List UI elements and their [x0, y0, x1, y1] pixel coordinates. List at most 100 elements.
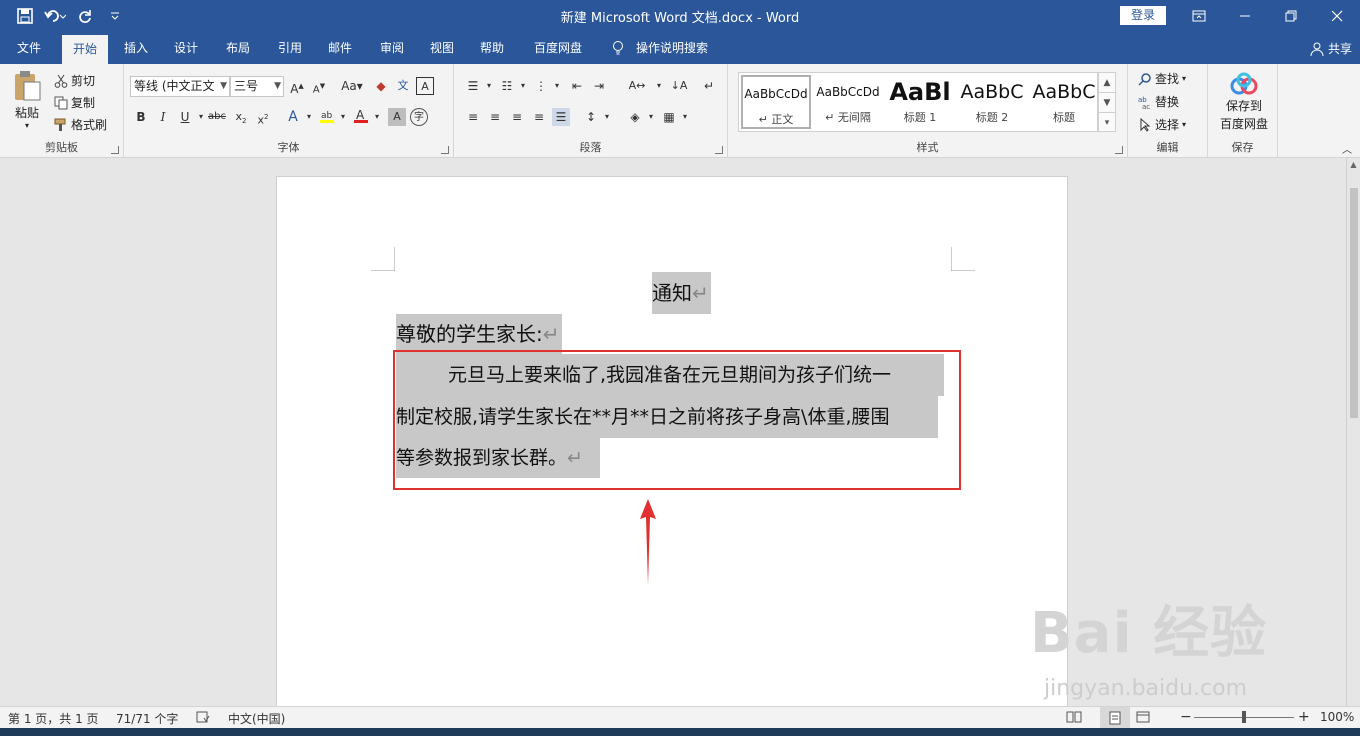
character-shading-icon[interactable]: A [388, 108, 406, 126]
style-sample: AaBbC [960, 81, 1024, 103]
tab-layout[interactable]: 布局 [216, 32, 260, 64]
change-case-icon[interactable]: Aa▾ [338, 77, 366, 95]
borders-dropdown-icon[interactable]: ▾ [676, 108, 694, 126]
bullets-dropdown-icon[interactable]: ▾ [480, 77, 498, 95]
character-border-icon[interactable]: A [416, 77, 434, 95]
login-button[interactable]: 登录 [1120, 6, 1166, 25]
cut-button[interactable]: 剪切 [54, 72, 95, 89]
distributed-icon[interactable]: ☰ [552, 108, 570, 126]
text-effects-dropdown-icon[interactable]: ▾ [300, 108, 318, 126]
find-button[interactable]: 查找 ▾ [1138, 70, 1186, 87]
margin-corner-icon [951, 247, 975, 271]
strikethrough-icon[interactable]: abc [208, 108, 226, 126]
chinese-layout-dropdown-icon[interactable]: ▾ [650, 77, 668, 95]
style-title[interactable]: AaBbC 标题 [1029, 75, 1099, 129]
tell-me-search[interactable]: 操作说明搜索 [632, 32, 712, 64]
clear-formatting-icon[interactable]: ◆ [372, 77, 390, 95]
tab-review[interactable]: 审阅 [370, 32, 414, 64]
tab-insert[interactable]: 插入 [114, 32, 158, 64]
numbering-dropdown-icon[interactable]: ▾ [514, 77, 532, 95]
bold-icon[interactable]: B [132, 108, 150, 126]
page-count[interactable]: 第 1 页，共 1 页 [8, 710, 99, 727]
style-normal[interactable]: AaBbCcDd ↵ 正文 [741, 75, 811, 129]
scrollbar-thumb[interactable] [1350, 188, 1358, 418]
zoom-out-icon[interactable]: − [1180, 709, 1192, 725]
ribbon-display-options-icon[interactable] [1176, 0, 1222, 32]
editing-group: 查找 ▾ ab ac 替换 选择 ▾ 编辑 [1128, 64, 1208, 158]
tab-baidu-netdisk[interactable]: 百度网盘 [526, 32, 590, 64]
subscript-icon[interactable]: x2 [232, 108, 250, 126]
close-icon[interactable] [1314, 0, 1360, 32]
grow-font-icon[interactable]: A▲ [288, 77, 306, 96]
replace-button[interactable]: ab ac 替换 [1138, 93, 1179, 110]
vertical-scrollbar[interactable]: ▲ [1346, 158, 1360, 706]
tab-references[interactable]: 引用 [268, 32, 312, 64]
tab-mailings[interactable]: 邮件 [318, 32, 362, 64]
language[interactable]: 中文(中国) [228, 710, 285, 727]
word-count[interactable]: 71/71 个字 [116, 710, 178, 727]
font-dialog-launcher[interactable] [441, 146, 449, 154]
web-layout-icon[interactable] [1136, 710, 1150, 727]
style-sample: AaBbCcDd [816, 85, 880, 99]
tab-file[interactable]: 文件 [6, 32, 52, 64]
style-no-spacing[interactable]: AaBbCcDd ↵ 无间隔 [813, 75, 883, 129]
styles-dialog-launcher[interactable] [1115, 146, 1123, 154]
phonetic-guide-icon[interactable]: 文 [394, 77, 412, 95]
align-left-icon[interactable]: ≡ [464, 108, 482, 126]
find-label: 查找 [1155, 72, 1180, 86]
zoom-level[interactable]: 100% [1320, 710, 1354, 724]
proofing-icon[interactable] [196, 710, 210, 727]
print-layout-icon[interactable] [1100, 707, 1130, 728]
style-heading-2[interactable]: AaBbC 标题 2 [957, 75, 1027, 129]
align-center-icon[interactable]: ≡ [486, 108, 504, 126]
clipboard-dialog-launcher[interactable] [111, 146, 119, 154]
show-marks-icon[interactable]: ↵ [700, 77, 718, 95]
font-color-dropdown-icon[interactable]: ▾ [368, 108, 386, 126]
chevron-down-icon: ▾ [1182, 120, 1187, 129]
align-right-icon[interactable]: ≡ [508, 108, 526, 126]
paste-button[interactable]: 粘贴 ▾ [12, 70, 42, 130]
decrease-indent-icon[interactable]: ⇤ [568, 77, 586, 95]
increase-indent-icon[interactable]: ⇥ [590, 77, 608, 95]
tab-view[interactable]: 视图 [420, 32, 464, 64]
scroll-down-icon[interactable]: ▼ [1099, 93, 1115, 113]
scroll-up-icon[interactable]: ▲ [1099, 73, 1115, 93]
highlight-dropdown-icon[interactable]: ▾ [334, 108, 352, 126]
tab-design[interactable]: 设计 [164, 32, 208, 64]
line-spacing-dropdown-icon[interactable]: ▾ [598, 108, 616, 126]
tab-help[interactable]: 帮助 [470, 32, 514, 64]
scroll-up-icon[interactable]: ▲ [1347, 160, 1360, 169]
copy-button[interactable]: 复制 [54, 94, 95, 111]
doc-greeting[interactable]: 尊敬的学生家长:↵ [396, 314, 562, 354]
select-button[interactable]: 选择 ▾ [1138, 116, 1186, 133]
chevron-down-icon: ▼ [220, 81, 227, 91]
font-family-select[interactable]: 等线 (中文正文 ▼ [130, 76, 230, 97]
multilevel-dropdown-icon[interactable]: ▾ [548, 77, 566, 95]
justify-icon[interactable]: ≡ [530, 108, 548, 126]
format-painter-button[interactable]: 格式刷 [54, 116, 107, 133]
minimize-icon[interactable] [1222, 0, 1268, 32]
zoom-in-icon[interactable]: + [1298, 709, 1310, 725]
zoom-slider-thumb[interactable] [1242, 711, 1246, 723]
paragraph-dialog-launcher[interactable] [715, 146, 723, 154]
tab-home[interactable]: 开始 [62, 35, 108, 64]
restore-icon[interactable] [1268, 0, 1314, 32]
paste-icon [15, 71, 41, 101]
enclose-characters-icon[interactable]: 字 [410, 108, 428, 126]
cut-label: 剪切 [71, 74, 96, 88]
doc-title[interactable]: 通知↵ [652, 272, 711, 314]
chinese-layout-icon[interactable]: A↔ [628, 77, 646, 95]
share-button[interactable]: 共享 [1310, 40, 1352, 57]
save-to-baidu-button[interactable]: 保存到 百度网盘 [1216, 72, 1272, 132]
more-styles-icon[interactable]: ▾ [1099, 113, 1115, 133]
superscript-icon[interactable]: x2 [254, 108, 272, 127]
shrink-font-icon[interactable]: A▼ [310, 77, 328, 95]
document-page[interactable]: 通知↵ 尊敬的学生家长:↵ 元旦马上要来临了,我园准备在元旦期间为孩子们统一 制… [276, 176, 1068, 706]
read-mode-icon[interactable] [1066, 710, 1082, 727]
shading-dropdown-icon[interactable]: ▾ [642, 108, 660, 126]
italic-icon[interactable]: I [154, 108, 172, 126]
sort-icon[interactable]: ↓A [670, 77, 688, 95]
save-group-label: 保存 [1231, 141, 1254, 154]
style-heading-1[interactable]: AaBl 标题 1 [885, 75, 955, 129]
font-size-select[interactable]: 三号 ▼ [230, 76, 284, 97]
